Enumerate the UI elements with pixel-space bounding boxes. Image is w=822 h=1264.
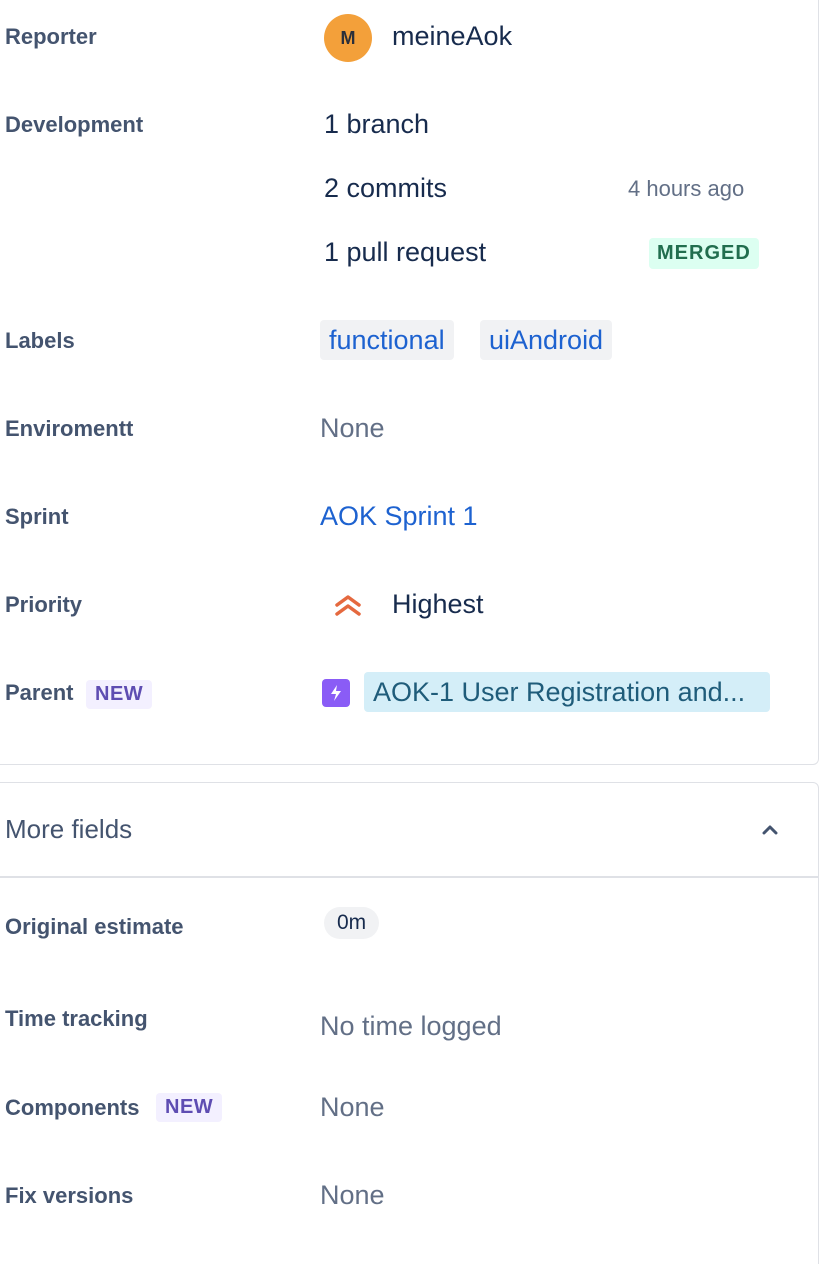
time-tracking-value[interactable]: No time logged [320,1011,502,1042]
components-label: Components [5,1095,140,1120]
priority-value[interactable]: Highest [392,589,484,620]
new-badge: NEW [156,1093,223,1122]
sprint-label: Sprint [5,504,69,529]
commits-timestamp: 4 hours ago [628,176,745,201]
status-badge: MERGED [649,238,759,269]
development-label: Development [5,112,144,137]
commits-link[interactable]: 2 commits [324,173,447,204]
divider [0,876,819,878]
chevron-up-icon[interactable] [759,820,781,840]
reporter-label: Reporter [5,24,97,49]
label-chip-functional[interactable]: functional [320,320,454,360]
sprint-link[interactable]: AOK Sprint 1 [320,501,478,532]
avatar[interactable]: M [324,14,372,62]
parent-label: Parent [5,680,74,705]
components-value[interactable]: None [320,1092,385,1123]
environment-label: Enviromentt [5,416,134,441]
more-fields-title[interactable]: More fields [5,814,132,845]
original-estimate-label: Original estimate [5,914,184,939]
fix-versions-value[interactable]: None [320,1180,385,1211]
highest-priority-icon [335,595,361,616]
label-chip-uiandroid[interactable]: uiAndroid [480,320,613,360]
epic-lightning-icon [322,679,350,707]
priority-label: Priority [5,592,83,617]
environment-value[interactable]: None [320,413,385,444]
fix-versions-label: Fix versions [5,1183,134,1208]
new-badge: NEW [86,680,153,709]
pull-request-link[interactable]: 1 pull request [324,237,486,268]
avatar-initial: M [340,27,356,48]
original-estimate-value[interactable]: 0m [324,907,380,939]
branch-link[interactable]: 1 branch [324,109,429,140]
time-tracking-label: Time tracking [5,1006,148,1031]
labels-label: Labels [5,328,75,353]
reporter-value[interactable]: meineAok [392,21,512,52]
parent-link[interactable]: AOK-1 User Registration and... [364,672,770,712]
